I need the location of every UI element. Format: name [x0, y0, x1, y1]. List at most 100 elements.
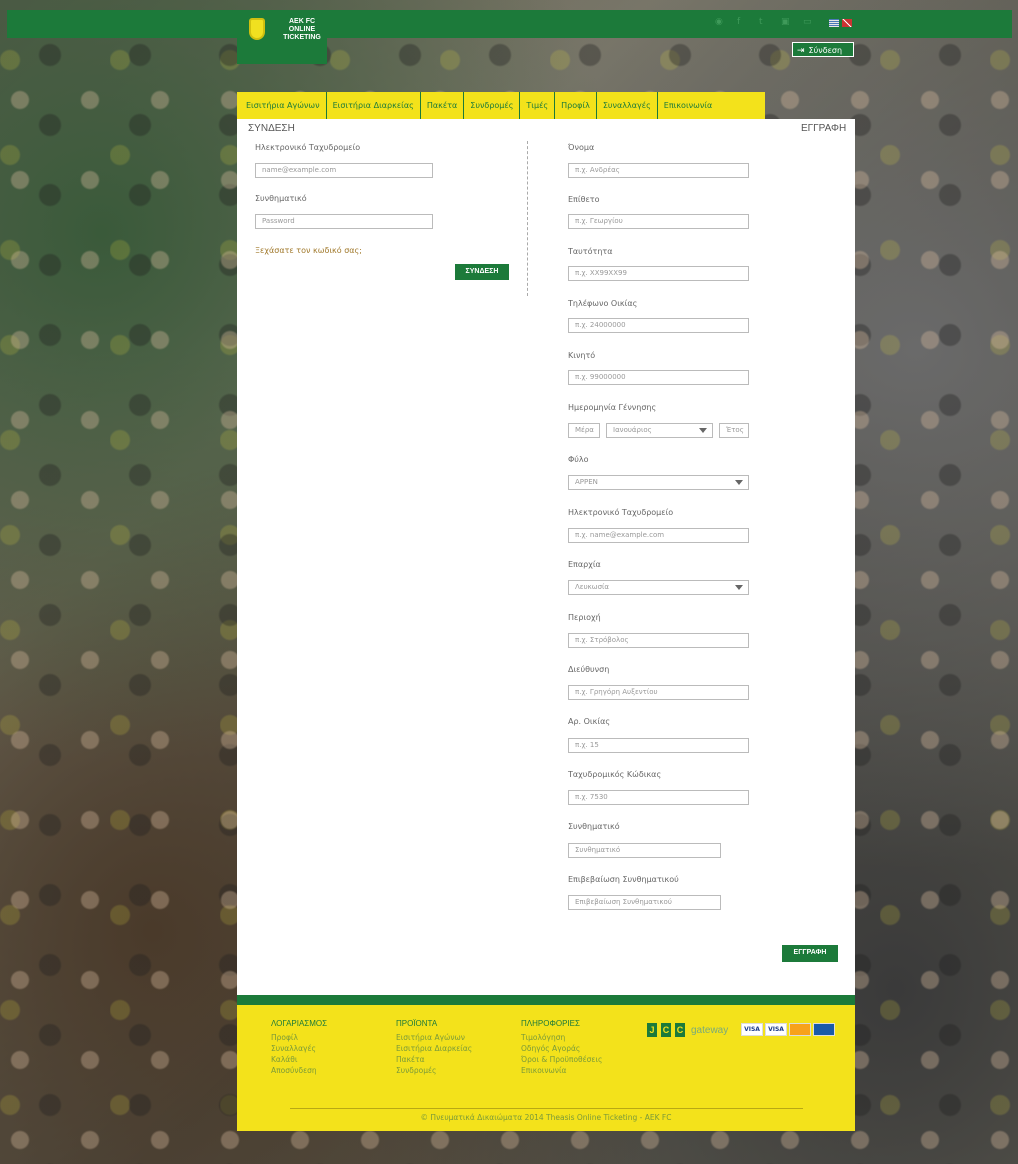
social-links: ◉ f t ▣ ▭: [715, 18, 812, 27]
register-title: ΕΓΓΡΑΦΗ: [801, 123, 847, 134]
phone-input[interactable]: π.χ. 24000000: [568, 318, 749, 333]
password-input[interactable]: Συνθηματικό: [568, 843, 721, 858]
logo-text: AEK FC ONLINE TICKETING: [277, 18, 327, 42]
area-input[interactable]: π.χ. Στρόβολος: [568, 633, 749, 648]
password-confirm-input[interactable]: Επιβεβαίωση Συνθηματικού: [568, 895, 721, 910]
footer-link-pricing[interactable]: Τιμολόγηση: [521, 1033, 565, 1042]
rss-icon[interactable]: ◉: [715, 18, 723, 27]
email-label: Ηλεκτρονικό Ταχυδρομείο: [568, 508, 674, 517]
youtube-icon[interactable]: ▣: [781, 18, 790, 27]
phone-label: Τηλέφωνο Οικίας: [568, 299, 638, 308]
house-number-label: Αρ. Οικίας: [568, 717, 611, 726]
jcc-letter: C: [675, 1023, 685, 1037]
province-value: Λευκωσία: [575, 583, 610, 591]
login-title: ΣΥΝΔΕΣΗ: [248, 123, 295, 134]
login-password-input[interactable]: Password: [255, 214, 433, 229]
logo-line-3: TICKETING: [283, 34, 321, 41]
chevron-down-icon: [699, 428, 707, 433]
footer-link-packages[interactable]: Πακέτα: [396, 1055, 425, 1064]
login-email-label: Ηλεκτρονικό Ταχυδρομείο: [255, 143, 361, 152]
login-email-input[interactable]: name@example.com: [255, 163, 433, 178]
nav-item-transactions[interactable]: Συναλλαγές: [597, 92, 658, 119]
nav-item-match-tickets[interactable]: Εισιτήρια Αγώνων: [240, 92, 327, 119]
footer-products-title: ΠΡΟΪΟΝΤΑ: [396, 1019, 438, 1028]
logo-line-2: ONLINE: [288, 26, 316, 33]
footer-link-cart[interactable]: Καλάθι: [271, 1055, 297, 1064]
footer-top-strip: [237, 995, 855, 1005]
gender-select[interactable]: ΑΡΡΕΝ: [568, 475, 749, 490]
language-switcher: [829, 19, 852, 27]
footer-link-match-tickets[interactable]: Εισιτήρια Αγώνων: [396, 1033, 465, 1042]
signin-button[interactable]: ⇥ Σύνδεση: [792, 42, 854, 57]
top-bar: ◉ f t ▣ ▭: [7, 10, 1012, 38]
dob-year-input[interactable]: Έτος: [719, 423, 749, 438]
footer-info-title: ΠΛΗΡΟΦΟΡΙΕΣ: [521, 1019, 580, 1028]
footer-link-subscriptions[interactable]: Συνδρομές: [396, 1066, 436, 1075]
footer-link-profile[interactable]: Προφίλ: [271, 1033, 298, 1042]
chevron-down-icon: [735, 585, 743, 590]
footer-link-logout[interactable]: Αποσύνδεση: [271, 1066, 317, 1075]
site-logo[interactable]: AEK FC ONLINE TICKETING: [237, 10, 327, 64]
postcode-label: Ταχυδρομικός Κώδικας: [568, 770, 662, 779]
twitter-icon[interactable]: t: [759, 18, 767, 27]
mastercard-icon: [789, 1023, 811, 1036]
login-icon: ⇥: [797, 46, 805, 56]
surname-label: Επίθετο: [568, 195, 600, 204]
surname-input[interactable]: π.χ. Γεωργίου: [568, 214, 749, 229]
footer-link-contact[interactable]: Επικοινωνία: [521, 1066, 566, 1075]
mobile-input[interactable]: π.χ. 99000000: [568, 370, 749, 385]
footer-link-transactions[interactable]: Συναλλαγές: [271, 1044, 316, 1053]
greek-flag-icon[interactable]: [829, 19, 839, 27]
forgot-password-link[interactable]: Ξεχάσατε τον κωδικό σας;: [255, 246, 362, 255]
gender-value: ΑΡΡΕΝ: [575, 478, 598, 486]
footer-link-terms[interactable]: Όροι & Προϋποθέσεις: [521, 1055, 602, 1064]
footer-link-buying-guide[interactable]: Οδηγός Αγοράς: [521, 1044, 580, 1053]
nav-item-season-tickets[interactable]: Εισιτήρια Διαρκείας: [327, 92, 421, 119]
postcode-input[interactable]: π.χ. 7530: [568, 790, 749, 805]
province-label: Επαρχία: [568, 560, 601, 569]
aek-crest-icon: [249, 18, 265, 40]
address-label: Διεύθυνση: [568, 665, 610, 674]
address-input[interactable]: π.χ. Γρηγόρη Αυξεντίου: [568, 685, 749, 700]
nav-item-profile[interactable]: Προφίλ: [555, 92, 597, 119]
login-password-label: Συνθηματικό: [255, 194, 307, 203]
gender-label: Φύλο: [568, 455, 589, 464]
instagram-icon[interactable]: ▭: [803, 18, 812, 27]
password-label: Συνθηματικό: [568, 822, 620, 831]
id-input[interactable]: π.χ. XX99XX99: [568, 266, 749, 281]
footer-divider: [290, 1108, 803, 1109]
dob-month-value: Ιανουάριος: [613, 426, 652, 434]
jcc-gateway-logo: J C C gateway: [647, 1021, 728, 1039]
footer-link-season-tickets[interactable]: Εισιτήρια Διαρκείας: [396, 1044, 472, 1053]
maestro-icon: [813, 1023, 835, 1036]
visa-card-icon: VISA: [741, 1023, 763, 1036]
dob-month-select[interactable]: Ιανουάριος: [606, 423, 713, 438]
area-label: Περιοχή: [568, 613, 601, 622]
nav-item-contact[interactable]: Επικοινωνία: [658, 92, 719, 119]
payment-cards: VISA VISA: [741, 1023, 835, 1036]
register-button[interactable]: ΕΓΓΡΑΦΗ: [782, 945, 838, 962]
jcc-letter: C: [661, 1023, 671, 1037]
main-nav: Εισιτήρια Αγώνων Εισιτήρια Διαρκείας Πακ…: [237, 92, 765, 119]
jcc-letter: J: [647, 1023, 657, 1037]
nav-item-prices[interactable]: Τιμές: [520, 92, 556, 119]
nav-item-packages[interactable]: Πακέτα: [421, 92, 465, 119]
visa-electron-card-icon: VISA: [765, 1023, 787, 1036]
province-select[interactable]: Λευκωσία: [568, 580, 749, 595]
logo-line-1: AEK FC: [288, 18, 316, 25]
id-label: Ταυτότητα: [568, 247, 613, 256]
password-confirm-label: Επιβεβαίωση Συνθηματικού: [568, 875, 679, 884]
login-button[interactable]: ΣΥΝΔΕΣΗ: [455, 264, 509, 280]
email-input[interactable]: π.χ. name@example.com: [568, 528, 749, 543]
name-input[interactable]: π.χ. Ανδρέας: [568, 163, 749, 178]
footer-account-title: ΛΟΓΑΡΙΑΣΜΟΣ: [271, 1019, 328, 1028]
dob-day-input[interactable]: Μέρα: [568, 423, 600, 438]
house-number-input[interactable]: π.χ. 15: [568, 738, 749, 753]
facebook-icon[interactable]: f: [737, 18, 745, 27]
nav-item-subscriptions[interactable]: Συνδρομές: [464, 92, 521, 119]
name-label: Όνομα: [568, 143, 595, 152]
signin-label: Σύνδεση: [808, 46, 843, 55]
uk-flag-icon[interactable]: [842, 19, 852, 27]
copyright-text: © Πνευματικά Δικαιώματα 2014 Theasis Onl…: [420, 1113, 672, 1122]
mobile-label: Κινητό: [568, 351, 596, 360]
